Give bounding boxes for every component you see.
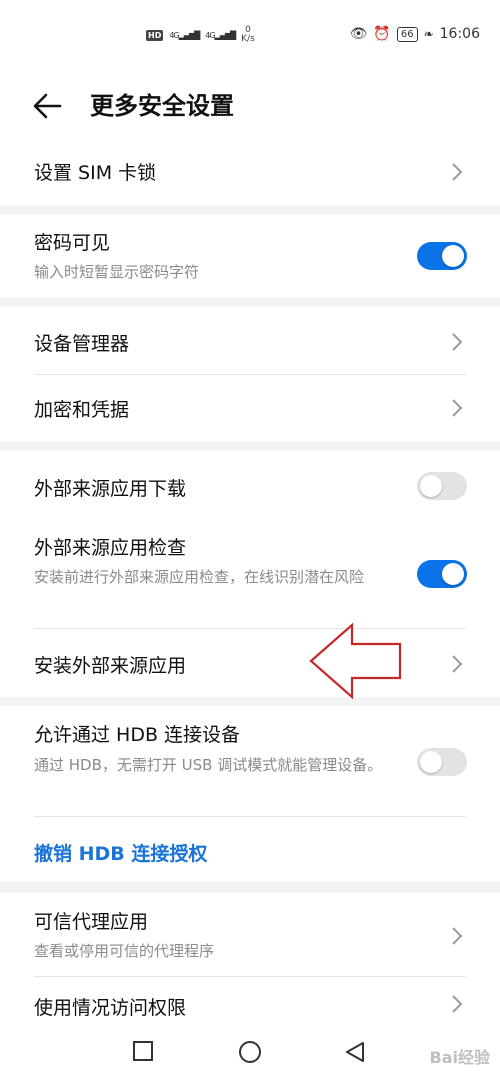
external-check-toggle[interactable] bbox=[417, 560, 467, 588]
row-encryption[interactable]: 加密和凭据 bbox=[0, 375, 500, 442]
row-install-external[interactable]: 安装外部来源应用 bbox=[0, 629, 500, 697]
status-center: HD 4G▂▄▆█ 4G▂▄▆█ 0 K/s bbox=[146, 26, 255, 44]
toggle-knob bbox=[442, 245, 464, 267]
toggle-knob bbox=[442, 563, 464, 585]
row-sim-lock[interactable]: 设置 SIM 卡锁 bbox=[0, 138, 500, 205]
title-bar: 更多安全设置 bbox=[0, 72, 500, 138]
group-sim: 设置 SIM 卡锁 bbox=[0, 138, 500, 205]
install-external-title: 安装外部来源应用 bbox=[34, 655, 187, 677]
password-visible-toggle[interactable] bbox=[417, 242, 467, 270]
chevron-right-icon bbox=[452, 995, 463, 1013]
row-password-visible[interactable]: 密码可见 输入时短暂显示密码字符 bbox=[0, 214, 500, 298]
group-trust: 可信代理应用 查看或停用可信的代理程序 使用情况访问权限 bbox=[0, 893, 500, 1026]
chevron-right-icon bbox=[452, 399, 463, 417]
signal-icon-2: 4G▂▄▆█ bbox=[205, 30, 236, 40]
external-download-toggle[interactable] bbox=[417, 472, 467, 500]
device-admin-title: 设备管理器 bbox=[34, 333, 130, 355]
battery-icon: 66 bbox=[396, 26, 418, 42]
eye-icon: 👁 bbox=[349, 26, 368, 42]
external-check-subtitle: 安装前进行外部来源应用检查，在线识别潜在风险 bbox=[34, 568, 365, 586]
row-external-download[interactable]: 外部来源应用下载 bbox=[0, 451, 500, 521]
hdb-revoke-link[interactable]: 撤销 HDB 连接授权 bbox=[34, 839, 207, 866]
encryption-title: 加密和凭据 bbox=[34, 399, 130, 421]
group-hdb: 允许通过 HDB 连接设备 通过 HDB，无需打开 USB 调试模式就能管理设备… bbox=[0, 706, 500, 882]
trust-agents-title: 可信代理应用 bbox=[34, 911, 149, 933]
hdb-allow-toggle[interactable] bbox=[417, 748, 467, 776]
hdb-allow-subtitle: 通过 HDB，无需打开 USB 调试模式就能管理设备。 bbox=[34, 756, 383, 774]
clock-time: 16:06 bbox=[439, 26, 480, 42]
row-external-check[interactable]: 外部来源应用检查 安装前进行外部来源应用检查，在线识别潜在风险 bbox=[0, 521, 500, 627]
status-right: 👁 ⏰ 66 ❧ 16:06 bbox=[350, 26, 480, 42]
back-arrow-icon[interactable] bbox=[30, 86, 70, 126]
row-hdb-revoke[interactable]: 撤销 HDB 连接授权 bbox=[0, 817, 500, 882]
network-speed-unit: K/s bbox=[241, 34, 255, 44]
group-device: 设备管理器 加密和凭据 bbox=[0, 307, 500, 442]
group-external: 外部来源应用下载 外部来源应用检查 安装前进行外部来源应用检查，在线识别潜在风险… bbox=[0, 451, 500, 697]
annotation-arrow-icon bbox=[309, 622, 402, 700]
chevron-right-icon bbox=[452, 927, 463, 945]
status-bar: HD 4G▂▄▆█ 4G▂▄▆█ 0 K/s 👁 ⏰ 66 ❧ 16:06 bbox=[0, 0, 500, 72]
row-hdb-allow[interactable]: 允许通过 HDB 连接设备 通过 HDB，无需打开 USB 调试模式就能管理设备… bbox=[0, 706, 500, 816]
usage-access-title: 使用情况访问权限 bbox=[34, 997, 187, 1019]
home-icon[interactable] bbox=[238, 1040, 262, 1064]
external-check-title: 外部来源应用检查 bbox=[34, 537, 187, 559]
recent-apps-icon[interactable] bbox=[132, 1040, 154, 1062]
nav-bar: Bai经验 bbox=[0, 1026, 500, 1084]
trust-agents-subtitle: 查看或停用可信的代理程序 bbox=[34, 942, 215, 960]
toggle-knob bbox=[420, 751, 442, 773]
password-visible-title: 密码可见 bbox=[34, 232, 111, 254]
password-visible-subtitle: 输入时短暂显示密码字符 bbox=[34, 263, 200, 281]
toggle-knob bbox=[420, 475, 442, 497]
alarm-icon: ⏰ bbox=[373, 26, 391, 42]
signal-label-1: 4G bbox=[169, 30, 179, 40]
chevron-right-icon bbox=[452, 333, 463, 351]
back-icon[interactable] bbox=[344, 1040, 366, 1064]
external-download-title: 外部来源应用下载 bbox=[34, 478, 187, 500]
sim-lock-title: 设置 SIM 卡锁 bbox=[34, 162, 157, 184]
row-trust-agents[interactable]: 可信代理应用 查看或停用可信的代理程序 bbox=[0, 893, 500, 976]
hdb-allow-title: 允许通过 HDB 连接设备 bbox=[34, 724, 241, 746]
hd-badge: HD bbox=[146, 29, 164, 41]
chevron-right-icon bbox=[452, 655, 463, 673]
signal-label-2: 4G bbox=[205, 30, 215, 40]
chevron-right-icon bbox=[452, 163, 463, 181]
network-speed: 0 K/s bbox=[241, 26, 255, 44]
row-usage-access[interactable]: 使用情况访问权限 bbox=[0, 977, 500, 1026]
row-device-admin[interactable]: 设备管理器 bbox=[0, 307, 500, 374]
group-password: 密码可见 输入时短暂显示密码字符 bbox=[0, 214, 500, 298]
leaf-icon: ❧ bbox=[423, 27, 434, 41]
page-title: 更多安全设置 bbox=[90, 92, 234, 120]
signal-icon-1: 4G▂▄▆█ bbox=[169, 30, 200, 40]
watermark: Bai经验 bbox=[429, 1048, 490, 1067]
